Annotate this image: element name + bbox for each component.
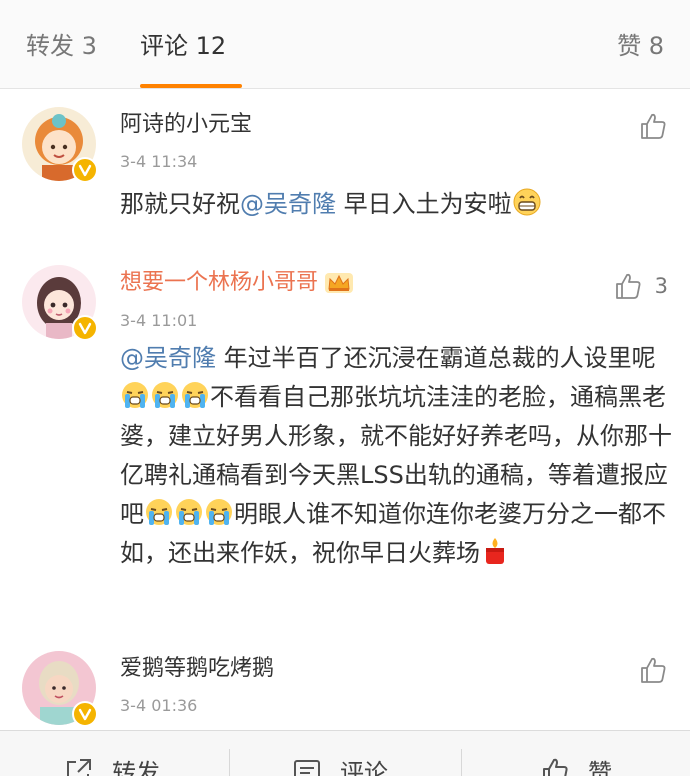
- tab-repost[interactable]: 转发 3: [26, 30, 97, 62]
- comment-text: 那就只好祝@吴奇隆 早日入土为安啦: [120, 185, 676, 224]
- comment-username-text: 想要一个林杨小哥哥: [120, 270, 319, 295]
- comment-button[interactable]: 评论: [292, 753, 388, 776]
- comment-text-part: 早日入土为安啦: [336, 190, 512, 218]
- divider: [229, 749, 230, 776]
- bottom-action-bar: 转发 评论 赞: [0, 730, 690, 776]
- avatar[interactable]: [22, 107, 98, 183]
- comment-text-part: 那就只好祝: [120, 190, 240, 218]
- thumb-up-icon: [615, 273, 641, 299]
- verified-badge-icon: [72, 701, 98, 727]
- like-action-button[interactable]: 赞: [540, 753, 612, 776]
- crying-emoji-icon: [206, 499, 232, 525]
- avatar[interactable]: [22, 651, 98, 727]
- tab-bar: 转发 3 评论 12 赞 8: [0, 0, 690, 88]
- comment-list: 阿诗的小元宝 3-4 11:34 那就只好祝@吴奇隆 早日入土为安啦 想要一个林…: [0, 89, 690, 730]
- like-button[interactable]: [638, 655, 668, 685]
- comment-username[interactable]: 想要一个林杨小哥哥: [120, 269, 354, 297]
- comment-time: 3-4 01:36: [120, 696, 198, 715]
- crying-emoji-icon: [146, 499, 172, 525]
- comment-username[interactable]: 阿诗的小元宝: [120, 111, 252, 139]
- verified-badge-icon: [72, 157, 98, 183]
- avatar[interactable]: [22, 265, 98, 341]
- comment-text: @吴奇隆 年过半百了还沉浸在霸道总裁的人设里呢不看看自己那张坑坑洼洼的老脸，通稿…: [120, 339, 676, 573]
- crying-emoji-icon: [182, 382, 208, 408]
- divider: [461, 749, 462, 776]
- like-count: 3: [654, 274, 668, 298]
- like-button[interactable]: [638, 111, 668, 141]
- tab-like[interactable]: 赞 8: [617, 30, 664, 62]
- comment-time: 3-4 11:01: [120, 311, 198, 330]
- tab-comment[interactable]: 评论 12: [140, 30, 226, 62]
- repost-button[interactable]: 转发: [64, 753, 160, 776]
- mention-link[interactable]: @吴奇隆: [240, 190, 336, 218]
- repost-label: 转发: [112, 759, 160, 776]
- thumb-up-icon: [641, 113, 666, 139]
- comment-time: 3-4 11:34: [120, 152, 198, 171]
- crying-emoji-icon: [122, 382, 148, 408]
- crown-icon: [325, 273, 354, 293]
- like-label: 赞: [588, 759, 612, 776]
- like-button[interactable]: 3: [613, 271, 668, 301]
- mention-link[interactable]: @吴奇隆: [120, 344, 216, 372]
- repost-icon: [67, 758, 91, 776]
- comment-icon: [294, 759, 320, 776]
- comment-text-part: 年过半百了还沉浸在霸道总裁的人设里呢: [216, 344, 656, 372]
- grin-emoji-icon: [513, 188, 541, 216]
- thumb-up-icon: [543, 758, 568, 776]
- crying-emoji-icon: [176, 499, 202, 525]
- comment-label: 评论: [340, 759, 388, 776]
- verified-badge-icon: [72, 315, 98, 341]
- crying-emoji-icon: [152, 382, 178, 408]
- thumb-up-icon: [641, 657, 666, 683]
- candle-emoji-icon: [486, 538, 504, 564]
- comment-username[interactable]: 爱鹅等鹅吃烤鹅: [120, 655, 274, 683]
